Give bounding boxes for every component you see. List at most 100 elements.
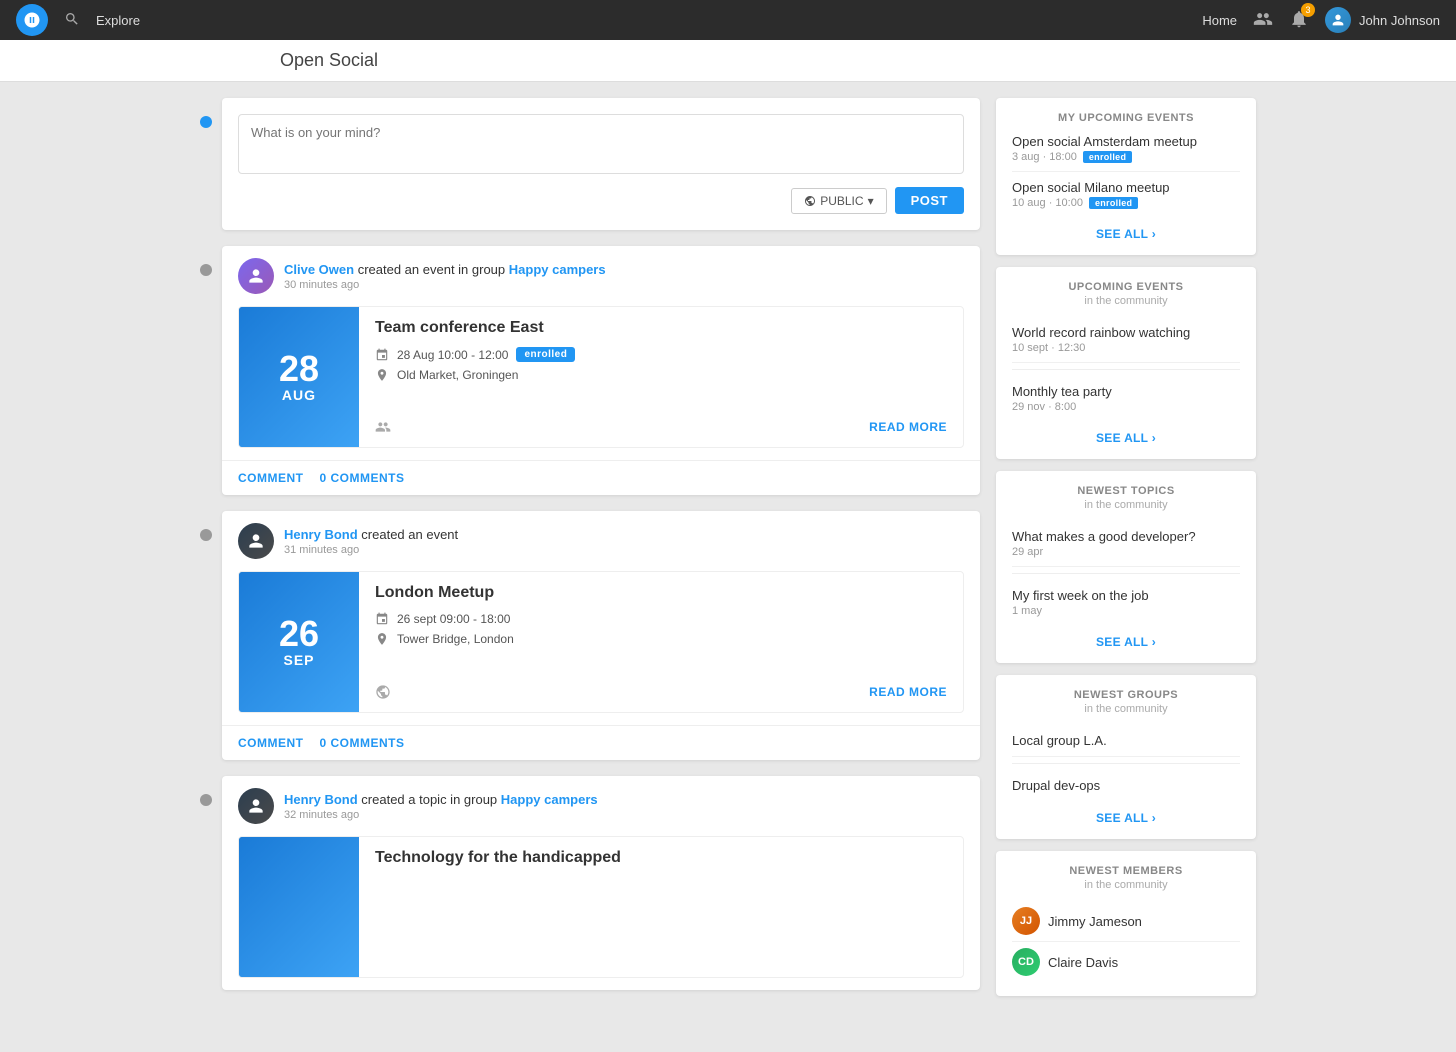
newest-members-title: NEWEST MEMBERS <box>1012 865 1240 877</box>
comment-link-1[interactable]: COMMENT <box>238 471 304 485</box>
event-details-3: Technology for the handicapped <box>359 837 963 977</box>
my-event-2-name[interactable]: Open social Milano meetup <box>1012 180 1240 195</box>
upcoming-events-see-all[interactable]: SEE ALL › <box>1012 431 1240 445</box>
event-title-2[interactable]: London Meetup <box>375 584 947 602</box>
feed-time-2: 31 minutes ago <box>284 544 964 556</box>
home-link[interactable]: Home <box>1202 13 1237 28</box>
feed-card-1: Clive Owen created an event in group Hap… <box>222 246 980 495</box>
explore-link[interactable]: Explore <box>96 13 140 28</box>
upcoming-events-title: UPCOMING EVENTS <box>1012 281 1240 293</box>
visibility-selector[interactable]: PUBLIC ▾ <box>791 188 886 214</box>
comment-link-2[interactable]: COMMENT <box>238 736 304 750</box>
group-1-name[interactable]: Local group L.A. <box>1012 733 1240 748</box>
sidebar-newest-members: NEWEST MEMBERS in the community JJ Jimmy… <box>996 851 1256 996</box>
author-avatar-2[interactable] <box>238 523 274 559</box>
author-link-1[interactable]: Clive Owen <box>284 262 354 277</box>
newest-groups-see-all[interactable]: SEE ALL › <box>1012 811 1240 825</box>
group-link-1[interactable]: Happy campers <box>509 262 606 277</box>
timeline-dot-1 <box>200 264 212 276</box>
community-event-2-name[interactable]: Monthly tea party <box>1012 384 1240 399</box>
my-event-1-meta: 3 aug · 18:00 enrolled <box>1012 151 1240 163</box>
event-title-3[interactable]: Technology for the handicapped <box>375 849 947 867</box>
event-title-1[interactable]: Team conference East <box>375 319 947 337</box>
search-icon[interactable] <box>64 11 80 30</box>
member-2-name[interactable]: Claire Davis <box>1048 955 1118 970</box>
my-upcoming-events-title: MY UPCOMING EVENTS <box>1012 112 1240 124</box>
my-event-2-badge: enrolled <box>1089 197 1138 209</box>
member-1: JJ Jimmy Jameson <box>1012 901 1240 942</box>
topnav-right: Home 3 John Johnson <box>1202 7 1440 33</box>
timeline-dot-post <box>200 116 212 128</box>
feed-card-meta-3: Henry Bond created a topic in group Happ… <box>284 792 964 821</box>
author-avatar-1[interactable] <box>238 258 274 294</box>
event-date-range-1: 28 Aug 10:00 - 12:00 enrolled <box>375 347 947 362</box>
my-upcoming-see-all[interactable]: SEE ALL › <box>1012 227 1240 241</box>
event-details-1: Team conference East 28 Aug 10:00 - 12:0… <box>359 307 963 447</box>
feed-card-2: Henry Bond created an event 31 minutes a… <box>222 511 980 760</box>
timeline-dot-3 <box>200 794 212 806</box>
feed-card-3: Henry Bond created a topic in group Happ… <box>222 776 980 990</box>
read-more-link-1[interactable]: READ MORE <box>869 420 947 434</box>
author-avatar-3[interactable] <box>238 788 274 824</box>
feed-action-line-2: Henry Bond created an event <box>284 527 964 542</box>
newest-groups-title: NEWEST GROUPS <box>1012 689 1240 701</box>
notification-badge: 3 <box>1301 3 1315 17</box>
feed-card-footer-2: COMMENT 0 COMMENTS <box>222 725 980 760</box>
app-logo[interactable] <box>16 4 48 36</box>
group-2-name[interactable]: Drupal dev-ops <box>1012 778 1240 793</box>
feed-card-header-3: Henry Bond created a topic in group Happ… <box>222 776 980 836</box>
newest-topics-see-all[interactable]: SEE ALL › <box>1012 635 1240 649</box>
feed-card-footer-1: COMMENT 0 COMMENTS <box>222 460 980 495</box>
community-event-2: Monthly tea party 29 nov · 8:00 <box>1012 376 1240 421</box>
group-2: Drupal dev-ops <box>1012 770 1240 801</box>
sidebar-upcoming-events: UPCOMING EVENTS in the community World r… <box>996 267 1256 459</box>
author-link-2[interactable]: Henry Bond <box>284 527 358 542</box>
dropdown-chevron: ▾ <box>868 194 874 208</box>
post-button[interactable]: POST <box>895 187 964 214</box>
timeline-dot-2 <box>200 529 212 541</box>
member-1-avatar: JJ <box>1012 907 1040 935</box>
community-event-1-name[interactable]: World record rainbow watching <box>1012 325 1240 340</box>
sidebar-newest-groups: NEWEST GROUPS in the community Local gro… <box>996 675 1256 839</box>
community-event-2-meta: 29 nov · 8:00 <box>1012 401 1240 413</box>
member-2: CD Claire Davis <box>1012 942 1240 982</box>
comments-count-1[interactable]: 0 COMMENTS <box>320 471 405 485</box>
feed-item-1: Clive Owen created an event in group Hap… <box>200 246 980 495</box>
feed-item-3: Henry Bond created a topic in group Happ… <box>200 776 980 990</box>
top-navigation: Explore Home 3 John Johnson <box>0 0 1456 40</box>
comments-count-2[interactable]: 0 COMMENTS <box>320 736 405 750</box>
feed-card-meta-2: Henry Bond created an event 31 minutes a… <box>284 527 964 556</box>
event-image-1: 28 AUG <box>239 307 359 447</box>
feed-time-3: 32 minutes ago <box>284 809 964 821</box>
user-menu[interactable]: John Johnson <box>1325 7 1440 33</box>
read-more-link-2[interactable]: READ MORE <box>869 685 947 699</box>
topic-2-name[interactable]: My first week on the job <box>1012 588 1240 603</box>
author-link-3[interactable]: Henry Bond <box>284 792 358 807</box>
my-event-2-meta: 10 aug · 10:00 enrolled <box>1012 197 1240 209</box>
member-2-avatar: CD <box>1012 948 1040 976</box>
group-link-3[interactable]: Happy campers <box>501 792 598 807</box>
sidebar-my-upcoming-events: MY UPCOMING EVENTS Open social Amsterdam… <box>996 98 1256 255</box>
users-icon[interactable] <box>1253 9 1273 32</box>
feed-item-2: Henry Bond created an event 31 minutes a… <box>200 511 980 760</box>
topic-2: My first week on the job 1 may <box>1012 580 1240 625</box>
logo-icon <box>23 11 41 29</box>
event-read-more-1: READ MORE <box>375 419 947 435</box>
event-location-1: Old Market, Groningen <box>375 368 947 382</box>
my-event-2: Open social Milano meetup 10 aug · 10:00… <box>1012 172 1240 217</box>
visibility-label: PUBLIC <box>820 194 863 208</box>
feed-card-header-1: Clive Owen created an event in group Hap… <box>222 246 980 306</box>
topic-2-meta: 1 may <box>1012 605 1240 617</box>
topic-1-name[interactable]: What makes a good developer? <box>1012 529 1240 544</box>
newest-groups-subtitle: in the community <box>1012 703 1240 715</box>
post-input[interactable] <box>238 114 964 174</box>
notifications-icon[interactable]: 3 <box>1289 9 1309 32</box>
user-name: John Johnson <box>1359 13 1440 28</box>
event-details-2: London Meetup 26 sept 09:00 - 18:00 Towe… <box>359 572 963 712</box>
user-avatar <box>1325 7 1351 33</box>
event-location-2: Tower Bridge, London <box>375 632 947 646</box>
community-event-1: World record rainbow watching 10 sept · … <box>1012 317 1240 363</box>
post-box: PUBLIC ▾ POST <box>222 98 980 230</box>
my-event-1-name[interactable]: Open social Amsterdam meetup <box>1012 134 1240 149</box>
member-1-name[interactable]: Jimmy Jameson <box>1048 914 1142 929</box>
